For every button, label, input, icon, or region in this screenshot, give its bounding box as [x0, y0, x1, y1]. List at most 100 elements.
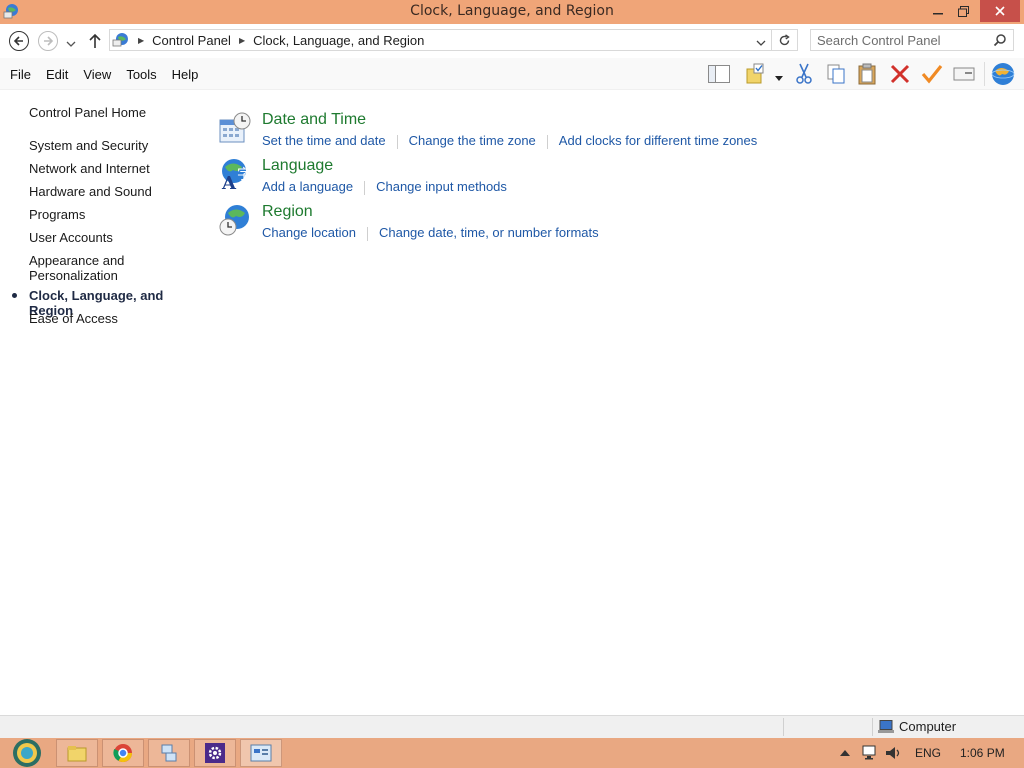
- window-title: Clock, Language, and Region: [410, 3, 614, 19]
- breadcrumb-current[interactable]: Clock, Language, and Region: [253, 33, 424, 48]
- menu-file[interactable]: File: [10, 67, 31, 82]
- checkmark-icon[interactable]: [920, 62, 944, 86]
- paste-icon[interactable]: [856, 62, 880, 86]
- address-dropdown-button[interactable]: [756, 36, 766, 50]
- link-set-time-and-date[interactable]: Set the time and date: [262, 133, 386, 149]
- region-links: Change location Change date, time, or nu…: [262, 225, 599, 241]
- link-change-input-methods[interactable]: Change input methods: [376, 179, 507, 195]
- menu-view[interactable]: View: [83, 67, 111, 82]
- language-heading[interactable]: Language: [262, 157, 333, 175]
- cut-icon[interactable]: [792, 62, 816, 86]
- globe-icon[interactable]: [991, 62, 1015, 86]
- properties-icon[interactable]: [952, 62, 976, 86]
- refresh-button[interactable]: [772, 29, 798, 51]
- forward-button[interactable]: [38, 31, 58, 51]
- folder-check-icon[interactable]: [744, 62, 768, 86]
- network-tray-icon[interactable]: [862, 738, 880, 768]
- volume-tray-icon[interactable]: [885, 738, 903, 768]
- search-icon[interactable]: [993, 33, 1007, 50]
- search-box[interactable]: [810, 29, 1014, 51]
- status-location-label: Computer: [899, 719, 957, 734]
- arrow-up-icon: [89, 33, 101, 48]
- link-divider: [366, 227, 368, 241]
- menu-edit[interactable]: Edit: [46, 67, 68, 82]
- nav-system-and-security[interactable]: System and Security: [29, 138, 199, 153]
- region-heading[interactable]: Region: [262, 203, 313, 221]
- status-divider: [783, 718, 784, 736]
- clock-time: 1:06 PM: [960, 746, 1005, 760]
- delete-icon[interactable]: [888, 62, 912, 86]
- nav-programs[interactable]: Programs: [29, 207, 199, 222]
- close-button[interactable]: [980, 0, 1020, 22]
- taskbar: ENG 1:06 PM: [0, 738, 1024, 768]
- taskbar-network-app[interactable]: [148, 739, 190, 767]
- chrome-icon: [113, 744, 132, 763]
- date-and-time-heading[interactable]: Date and Time: [262, 111, 366, 129]
- chevron-down-icon: [66, 41, 76, 47]
- region-globe-clock-icon[interactable]: [218, 203, 252, 237]
- toolbar-divider: [984, 62, 985, 86]
- nav-ease-of-access[interactable]: Ease of Access: [29, 311, 199, 326]
- title-bar[interactable]: Clock, Language, and Region: [0, 0, 1024, 24]
- date-and-time-links: Set the time and date Change the time zo…: [262, 133, 757, 149]
- recent-locations-button[interactable]: [66, 37, 76, 51]
- chevron-up-icon: [840, 750, 850, 756]
- control-panel-window: Clock, Language, and Region ▶ Control Pa…: [0, 0, 1024, 738]
- address-row: ▶ Control Panel ▶ Clock, Language, and R…: [0, 24, 1024, 58]
- status-location: Computer: [878, 719, 956, 734]
- svg-text:A: A: [221, 173, 237, 191]
- menu-bar: File Edit View Tools Help: [10, 67, 213, 82]
- up-button[interactable]: [88, 33, 102, 52]
- language-links: Add a language Change input methods: [262, 179, 507, 195]
- link-change-formats[interactable]: Change date, time, or number formats: [379, 225, 599, 241]
- link-add-clocks[interactable]: Add clocks for different time zones: [559, 133, 757, 149]
- control-panel-icon: [250, 744, 272, 762]
- taskbar-chrome[interactable]: [102, 739, 144, 767]
- folder-options-dropdown[interactable]: [775, 71, 783, 85]
- nav-control-panel-home[interactable]: Control Panel Home: [29, 105, 199, 120]
- close-icon: [995, 6, 1005, 16]
- menu-tools[interactable]: Tools: [126, 67, 156, 82]
- nav-appearance-and-personalization[interactable]: Appearance and Personalization: [29, 253, 129, 283]
- settings-app-icon: [205, 743, 225, 763]
- current-item-bullet-icon: [12, 293, 17, 298]
- link-change-location[interactable]: Change location: [262, 225, 356, 241]
- svg-text:字: 字: [237, 167, 251, 183]
- link-divider: [396, 135, 398, 149]
- minimize-button[interactable]: [924, 0, 952, 22]
- link-divider: [364, 181, 366, 195]
- link-divider: [546, 135, 548, 149]
- input-language-indicator[interactable]: ENG: [915, 738, 941, 768]
- link-add-language[interactable]: Add a language: [262, 179, 353, 195]
- nav-hardware-and-sound[interactable]: Hardware and Sound: [29, 184, 199, 199]
- taskbar-file-explorer[interactable]: [56, 739, 98, 767]
- show-hidden-icons-button[interactable]: [840, 738, 850, 768]
- search-input[interactable]: [817, 32, 987, 48]
- taskbar-control-panel[interactable]: [240, 739, 282, 767]
- network-app-icon: [161, 744, 177, 762]
- menu-help[interactable]: Help: [172, 67, 199, 82]
- restore-button[interactable]: [952, 0, 974, 22]
- system-clock[interactable]: 1:06 PM: [960, 738, 1005, 768]
- control-panel-location-icon: [112, 32, 130, 48]
- breadcrumb-control-panel[interactable]: Control Panel: [152, 33, 231, 48]
- nav-user-accounts[interactable]: User Accounts: [29, 230, 199, 245]
- link-change-time-zone[interactable]: Change the time zone: [409, 133, 536, 149]
- breadcrumb-separator-icon[interactable]: ▶: [239, 36, 245, 45]
- copy-icon[interactable]: [824, 62, 848, 86]
- language-globe-icon[interactable]: A字: [218, 157, 252, 194]
- calendar-clock-icon[interactable]: [218, 111, 252, 145]
- status-divider: [872, 718, 873, 736]
- start-button[interactable]: [8, 738, 46, 768]
- nav-network-and-internet[interactable]: Network and Internet: [29, 161, 199, 176]
- computer-icon: [878, 719, 894, 733]
- file-explorer-icon: [67, 746, 87, 762]
- taskbar-settings-app[interactable]: [194, 739, 236, 767]
- address-bar[interactable]: ▶ Control Panel ▶ Clock, Language, and R…: [109, 29, 772, 51]
- back-button[interactable]: [9, 31, 29, 51]
- arrow-right-icon: [44, 36, 54, 46]
- menu-toolbar-row: File Edit View Tools Help: [0, 58, 1024, 90]
- breadcrumb-separator-icon: ▶: [138, 35, 145, 45]
- chevron-down-icon: [775, 76, 783, 81]
- pane-icon[interactable]: [707, 62, 731, 86]
